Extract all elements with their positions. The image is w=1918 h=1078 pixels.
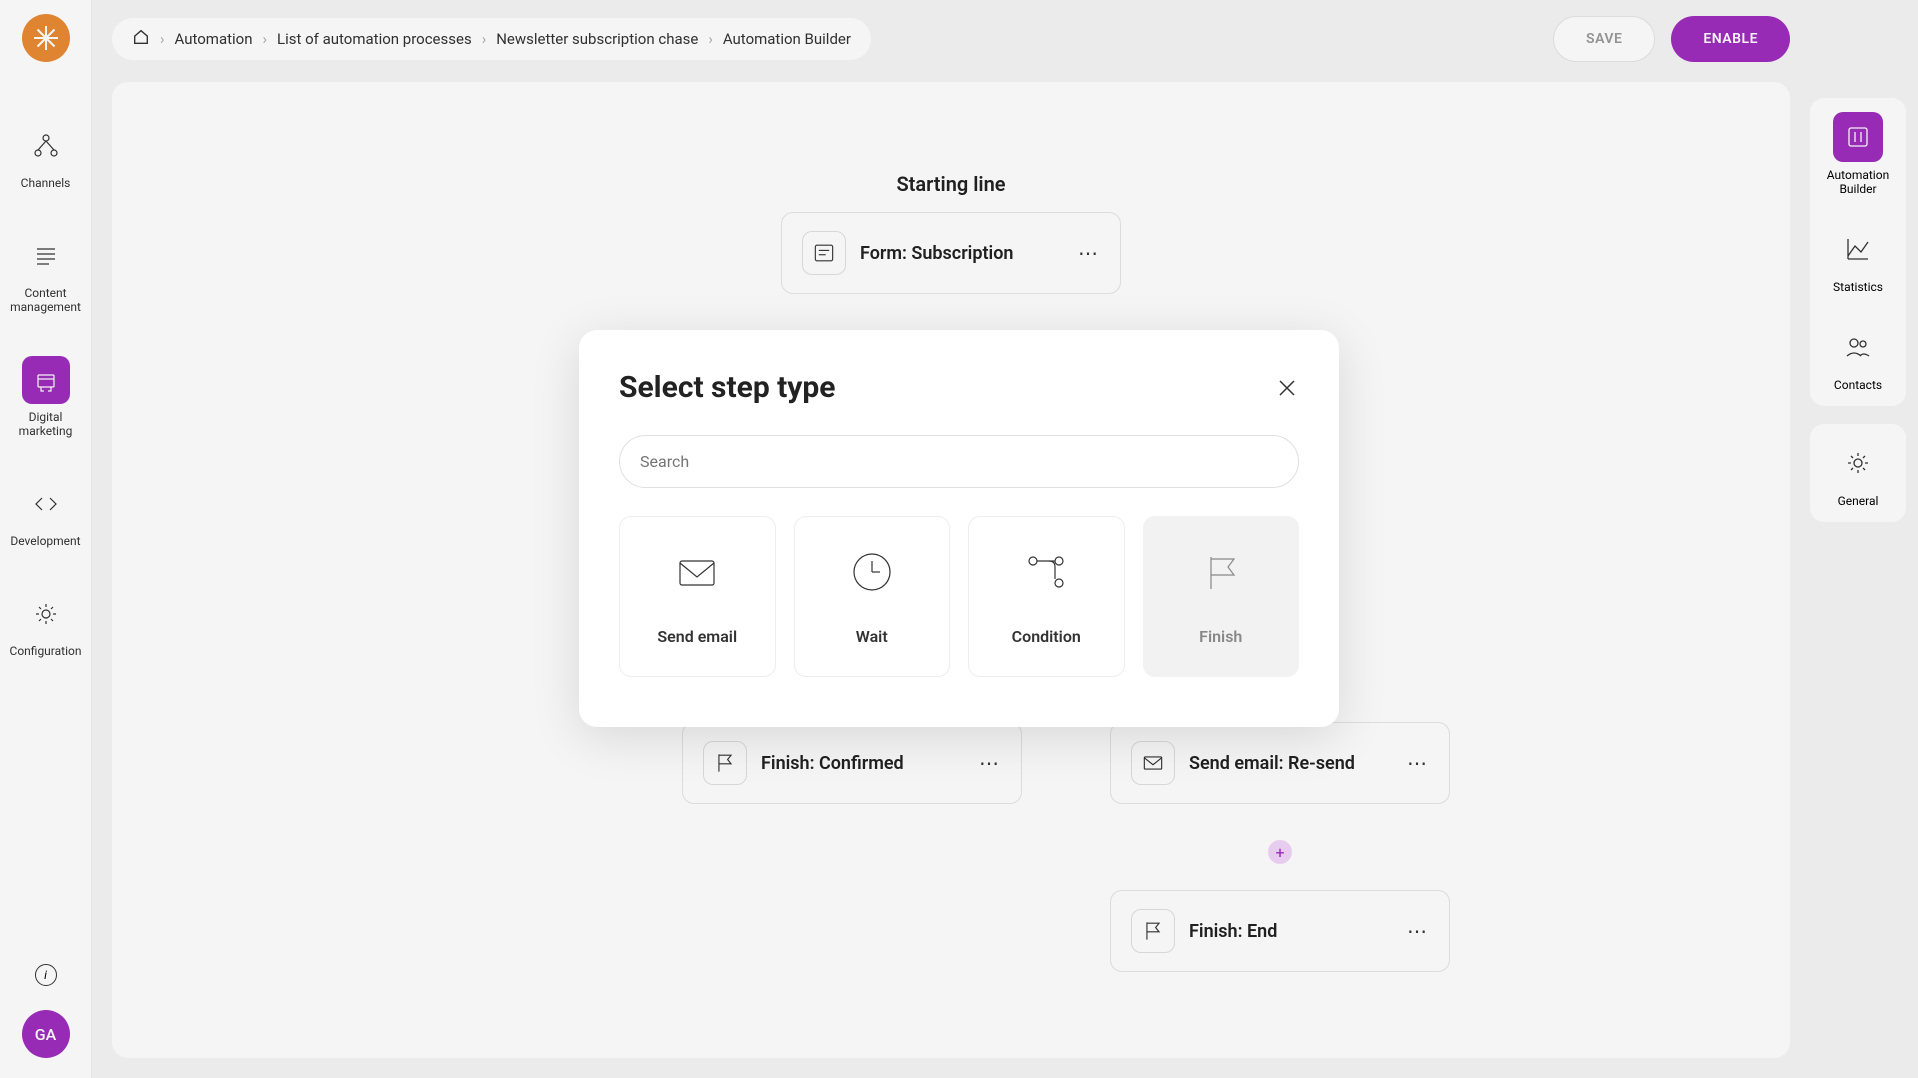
modal-title: Select step type (619, 370, 835, 405)
step-type-label: Send email (657, 627, 737, 646)
step-type-send-email[interactable]: Send email (619, 516, 776, 677)
mail-icon (672, 547, 722, 597)
modal-overlay: Select step type Send email Wait Conditi… (0, 0, 1918, 1078)
step-type-condition[interactable]: Condition (968, 516, 1125, 677)
step-type-wait[interactable]: Wait (794, 516, 951, 677)
step-type-finish[interactable]: Finish (1143, 516, 1300, 677)
step-type-label: Condition (1012, 627, 1081, 646)
select-step-type-modal: Select step type Send email Wait Conditi… (579, 330, 1339, 727)
clock-icon (847, 547, 897, 597)
step-type-label: Finish (1199, 627, 1242, 646)
step-type-label: Wait (856, 627, 888, 646)
search-input[interactable] (619, 435, 1299, 488)
branch-icon (1021, 547, 1071, 597)
close-icon[interactable] (1275, 376, 1299, 400)
flag-icon (1196, 547, 1246, 597)
